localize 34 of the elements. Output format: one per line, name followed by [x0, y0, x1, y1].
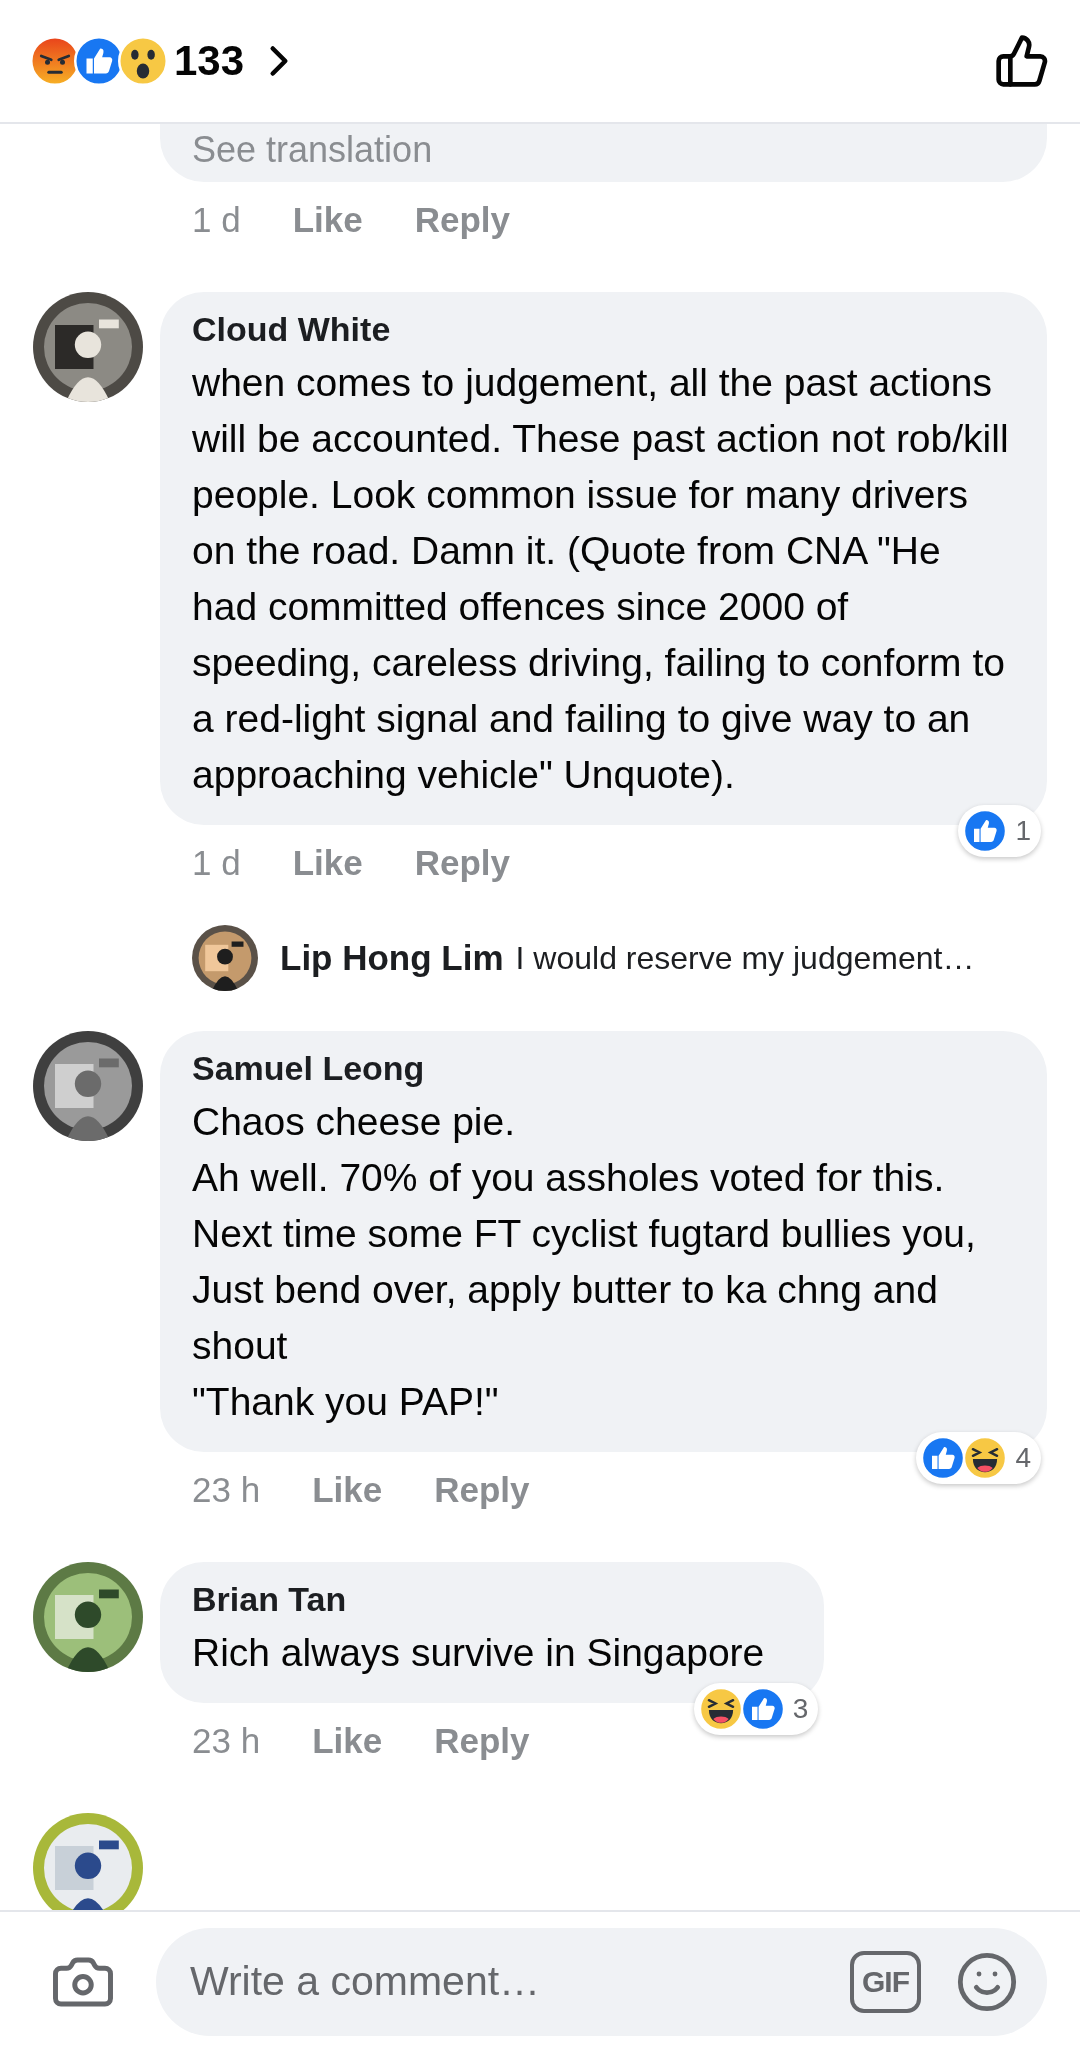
comment-field[interactable]: Write a comment… GIF	[156, 1927, 1047, 2036]
comment-time: 1 d	[192, 200, 241, 240]
comment-text: Rich always survive in Singapore	[192, 1630, 765, 1676]
like-button[interactable]: Like	[312, 1721, 383, 1761]
see-translation-link[interactable]: See translation	[192, 128, 1015, 172]
comment-time: 23 h	[192, 1470, 261, 1510]
reaction-badge[interactable]: 4	[916, 1432, 1041, 1484]
reply-author[interactable]: Lip Hong Lim	[280, 938, 504, 978]
like-button[interactable]: Like	[292, 843, 363, 883]
comment-time: 23 h	[192, 1721, 261, 1761]
reply-button[interactable]: Reply	[414, 843, 510, 883]
thumbs-up-reaction-icon	[921, 1436, 966, 1480]
reaction-badge[interactable]: 3	[693, 1683, 819, 1735]
thumbs-up-icon[interactable]	[994, 33, 1050, 89]
reply-button[interactable]: Reply	[434, 1470, 530, 1510]
surprised-face-icon	[118, 36, 168, 86]
reply-button[interactable]: Reply	[434, 1721, 530, 1761]
comment-time: 1 d	[192, 843, 241, 883]
thumbs-up-reaction-icon	[963, 809, 1008, 853]
reaction-summary[interactable]: 133	[30, 36, 245, 86]
gif-button[interactable]: GIF	[850, 1950, 921, 2013]
reaction-badge[interactable]: 1	[958, 805, 1041, 857]
thumbs-up-reaction-icon	[740, 1687, 785, 1731]
comment-text: Chaos cheese pie. Ah well. 70% of you assholes voted for this. Next time some FT cyclist fugtard bullies you, Just bend over, apply butter to ka chng and shout "Thank you PAP!"	[192, 1099, 977, 1425]
reply-preview-text[interactable]: I would reserve my judgement…	[515, 939, 975, 977]
comment-author[interactable]: Brian Tan	[192, 1580, 765, 1619]
comment-text: when comes to judgement, all the past actions will be accounted. These past action not rob/kill people. Look common issue for many drivers on the road. Damn it. (Quote from CNA "He had committed offences since 2000 of speeding, careless driving, failing to conform to a red-light signal and failing to give way to an approaching vehicle" Unquote).	[192, 360, 1010, 798]
comment-author[interactable]: Samuel Leong	[192, 1049, 1015, 1088]
comment-author[interactable]: Cloud White	[192, 310, 1015, 349]
like-button[interactable]: Like	[312, 1470, 383, 1510]
laughing-face-icon	[963, 1436, 1008, 1480]
like-button[interactable]: Like	[292, 200, 363, 240]
laughing-face-icon	[698, 1687, 743, 1731]
reply-button[interactable]: Reply	[414, 200, 510, 240]
